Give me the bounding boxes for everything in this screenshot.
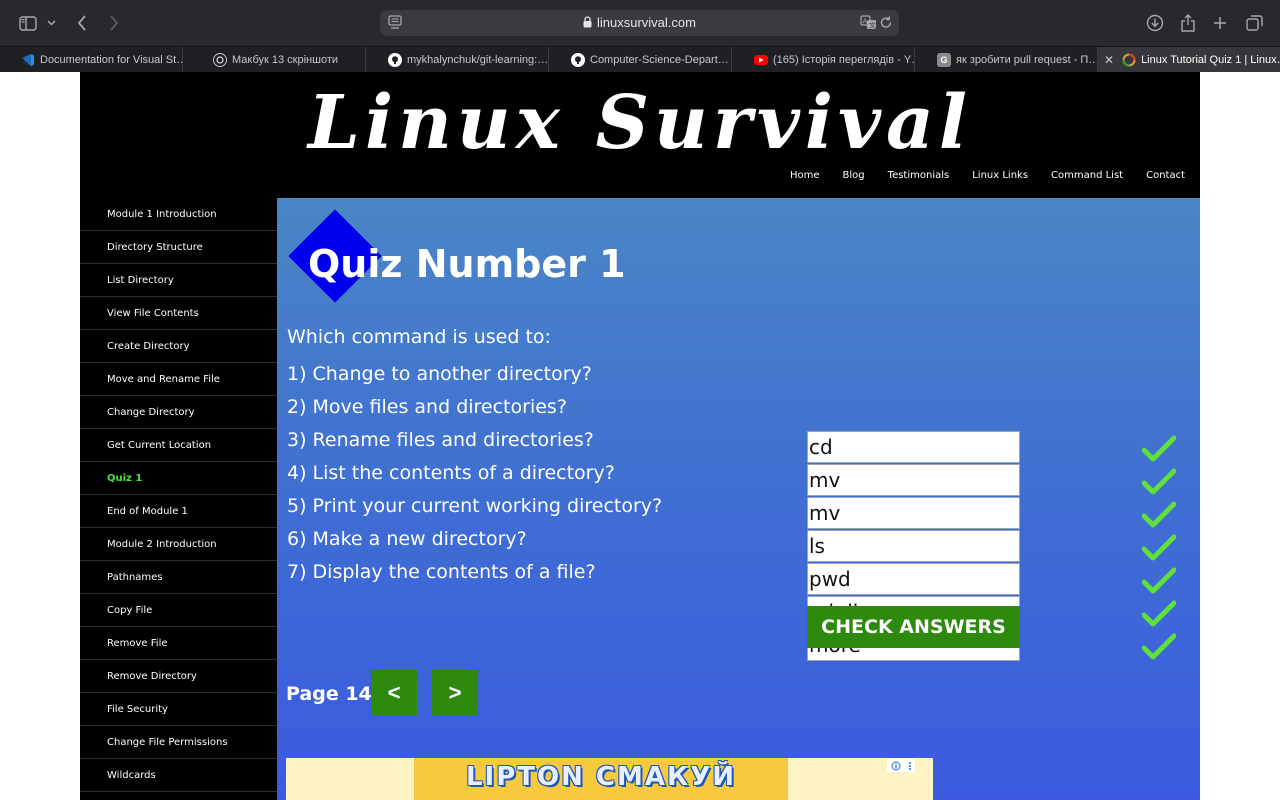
g-icon: G bbox=[937, 53, 951, 67]
sidebar-item-create-directory[interactable]: Create Directory bbox=[80, 330, 277, 363]
main-nav: Home Blog Testimonials Linux Links Comma… bbox=[790, 170, 1200, 181]
ad-image[interactable]: LIPTON СМАКУЙ bbox=[414, 758, 915, 800]
sidebar-item-wildcards[interactable]: Wildcards bbox=[80, 759, 277, 792]
sidebar-item-change-directory[interactable]: Change Directory bbox=[80, 396, 277, 429]
answer-field-5[interactable]: pwd bbox=[807, 563, 1020, 595]
quiz-title: Quiz Number 1 bbox=[308, 242, 626, 286]
tab-youtube-history[interactable]: (165) Історія переглядів - Y… bbox=[732, 47, 915, 73]
sidebar-menu: Module 1 Introduction Directory Structur… bbox=[80, 198, 277, 800]
question-3: 3) Rename files and directories? bbox=[287, 429, 594, 451]
check-answers-button[interactable]: CHECK ANSWERS bbox=[807, 606, 1020, 648]
chatgpt-icon bbox=[213, 53, 227, 67]
linuxsurvival-icon bbox=[1122, 53, 1136, 67]
checkmark-icon bbox=[1141, 600, 1177, 633]
nav-contact[interactable]: Contact bbox=[1146, 170, 1185, 181]
chevron-down-icon[interactable] bbox=[45, 11, 57, 35]
sidebar-item-move-and-rename-file[interactable]: Move and Rename File bbox=[80, 363, 277, 396]
download-icon[interactable] bbox=[1146, 11, 1164, 35]
next-page-button[interactable]: > bbox=[432, 670, 478, 716]
back-icon[interactable] bbox=[74, 11, 90, 35]
svg-text:A: A bbox=[863, 18, 868, 26]
youtube-icon bbox=[754, 55, 768, 65]
new-tab-icon[interactable] bbox=[1212, 11, 1228, 35]
question-4: 4) List the contents of a directory? bbox=[287, 462, 615, 484]
sidebar-item-end-of-module-1[interactable]: End of Module 1 bbox=[80, 495, 277, 528]
sidebar-item-get-current-location[interactable]: Get Current Location bbox=[80, 429, 277, 462]
sidebar-item-remove-directory[interactable]: Remove Directory bbox=[80, 660, 277, 693]
address-bar[interactable]: linuxsurvival.com A文 bbox=[380, 10, 899, 36]
question-1: 1) Change to another directory? bbox=[287, 363, 592, 385]
question-5: 5) Print your current working directory? bbox=[287, 495, 663, 517]
share-icon[interactable] bbox=[1180, 11, 1196, 35]
nav-blog[interactable]: Blog bbox=[843, 170, 865, 181]
checkmark-icon bbox=[1141, 501, 1177, 534]
forward-icon[interactable] bbox=[106, 11, 122, 35]
vscode-icon bbox=[21, 53, 35, 67]
checkmark-icon bbox=[1141, 468, 1177, 501]
close-icon[interactable]: ✕ bbox=[1104, 53, 1114, 67]
page-number: Page 14 bbox=[286, 683, 372, 705]
answer-field-2[interactable]: mv bbox=[807, 464, 1020, 496]
tab-overview-icon[interactable] bbox=[1245, 11, 1263, 35]
quiz-prompt: Which command is used to: bbox=[287, 326, 551, 348]
sidebar-item-change-file-permissions[interactable]: Change File Permissions bbox=[80, 726, 277, 759]
tab-linux-quiz[interactable]: ✕ Linux Tutorial Quiz 1 | Linux… bbox=[1098, 47, 1280, 73]
browser-toolbar: linuxsurvival.com A文 bbox=[0, 0, 1280, 46]
answer-field-1[interactable]: cd bbox=[807, 431, 1020, 463]
nav-home[interactable]: Home bbox=[790, 170, 820, 181]
sidebar-item-module-1-introduction[interactable]: Module 1 Introduction bbox=[80, 198, 277, 231]
sidebar-toggle-icon[interactable] bbox=[18, 11, 38, 35]
ad-banner[interactable]: LIPTON СМАКУЙ bbox=[286, 758, 933, 800]
sidebar-item-module-2-introduction[interactable]: Module 2 Introduction bbox=[80, 528, 277, 561]
url-text: linuxsurvival.com bbox=[597, 15, 696, 30]
sidebar-item-file-security[interactable]: File Security bbox=[80, 693, 277, 726]
tab-vscode-docs[interactable]: Documentation for Visual St… bbox=[0, 47, 183, 73]
sidebar-item-pathnames[interactable]: Pathnames bbox=[80, 561, 277, 594]
sidebar-item-quiz-1[interactable]: Quiz 1 bbox=[80, 462, 277, 495]
tab-macbook-screenshots[interactable]: Макбук 13 скріншоти bbox=[183, 47, 366, 73]
sidebar-item-view-file-contents[interactable]: View File Contents bbox=[80, 297, 277, 330]
sidebar-item-directory-structure[interactable]: Directory Structure bbox=[80, 231, 277, 264]
translate-icon[interactable]: A文 bbox=[860, 15, 877, 35]
checkmark-icon bbox=[1141, 435, 1177, 468]
github-icon bbox=[571, 53, 585, 67]
github-icon bbox=[388, 53, 402, 67]
question-6: 6) Make a new directory? bbox=[287, 528, 527, 550]
prev-page-button[interactable]: < bbox=[371, 670, 417, 716]
site-header: Linux Survival Home Blog Testimonials Li… bbox=[80, 72, 1200, 198]
site-container: Linux Survival Home Blog Testimonials Li… bbox=[80, 72, 1200, 800]
tab-bar: Documentation for Visual St… Макбук 13 с… bbox=[0, 46, 1280, 73]
ad-text: LIPTON СМАКУЙ bbox=[465, 762, 737, 792]
answer-field-4[interactable]: ls bbox=[807, 530, 1020, 562]
tab-git-learning[interactable]: mykhalynchuk/git-learning:… bbox=[366, 47, 549, 73]
sidebar-item-list-directory[interactable]: List Directory bbox=[80, 264, 277, 297]
quiz-content: Quiz Number 1 Which command is used to: … bbox=[277, 198, 1200, 800]
nav-testimonials[interactable]: Testimonials bbox=[888, 170, 950, 181]
sidebar-item-copy-file[interactable]: Copy File bbox=[80, 594, 277, 627]
lock-icon bbox=[583, 11, 592, 37]
checkmark-icon bbox=[1141, 567, 1177, 600]
nav-command-list[interactable]: Command List bbox=[1051, 170, 1123, 181]
ad-info-icon[interactable] bbox=[887, 759, 915, 772]
question-2: 2) Move files and directories? bbox=[287, 396, 567, 418]
checkmark-icon bbox=[1141, 633, 1177, 666]
nav-linux-links[interactable]: Linux Links bbox=[972, 170, 1028, 181]
checkmark-icon bbox=[1141, 534, 1177, 567]
tab-pull-request[interactable]: Gяк зробити pull request - П… bbox=[915, 47, 1098, 73]
question-7: 7) Display the contents of a file? bbox=[287, 561, 596, 583]
svg-text:文: 文 bbox=[869, 21, 876, 30]
sidebar-item-remove-file[interactable]: Remove File bbox=[80, 627, 277, 660]
reload-icon[interactable] bbox=[879, 15, 893, 35]
tab-computer-science[interactable]: Computer-Science-Depart… bbox=[549, 47, 732, 73]
site-logo[interactable]: Linux Survival bbox=[80, 80, 1200, 166]
answer-field-3[interactable]: mv bbox=[807, 497, 1020, 529]
